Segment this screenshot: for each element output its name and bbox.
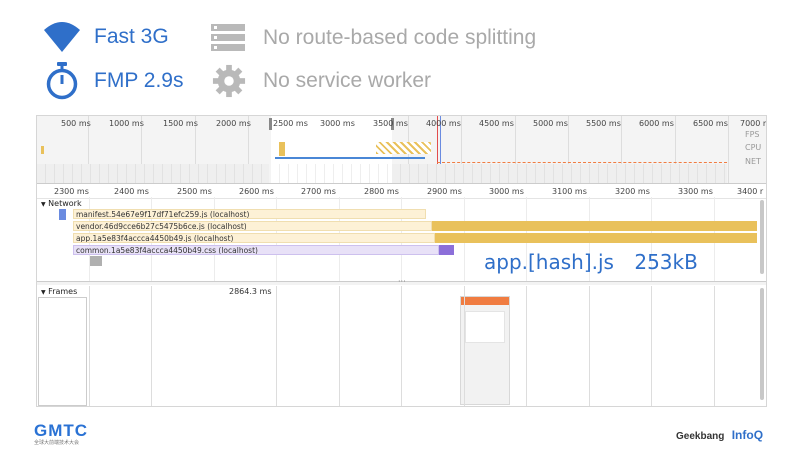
ruler-tick: 2900 ms bbox=[427, 187, 462, 196]
ruler-tick: 3400 r bbox=[737, 187, 764, 196]
overview-tick: 3000 ms bbox=[320, 119, 355, 128]
network-section-label: Network bbox=[48, 199, 82, 208]
frame-duration: 2864.3 ms bbox=[229, 287, 272, 296]
bundle-filename: app.[hash].js bbox=[484, 250, 614, 274]
performance-panel: 500 ms 1000 ms 1500 ms 2000 ms 2500 ms 3… bbox=[36, 115, 767, 407]
bundle-annotation: app.[hash].js 253kB bbox=[484, 250, 698, 274]
ruler-tick: 3200 ms bbox=[615, 187, 650, 196]
stopwatch-icon bbox=[46, 62, 78, 100]
timeline-overview[interactable]: 500 ms 1000 ms 1500 ms 2000 ms 2500 ms 3… bbox=[37, 116, 766, 183]
stat-fmp-label: FMP 2.9s bbox=[94, 69, 184, 92]
overview-tick: 6000 ms bbox=[639, 119, 674, 128]
ruler-tick: 3300 ms bbox=[678, 187, 713, 196]
fps-label: FPS bbox=[745, 130, 760, 139]
net-label: NET bbox=[745, 157, 761, 166]
frames-section-label: Frames bbox=[48, 287, 78, 296]
wifi-icon bbox=[44, 22, 80, 52]
stat-splitting: No route-based code splitting bbox=[211, 24, 536, 52]
footer-left-logo: GMTC 全球大前端技术大会 bbox=[34, 422, 88, 446]
footer-right-logos: Geekbang InfoQ bbox=[676, 428, 763, 442]
gmtc-subtitle: 全球大前端技术大会 bbox=[34, 440, 80, 446]
gear-icon bbox=[212, 64, 246, 98]
ruler-tick: 2400 ms bbox=[114, 187, 149, 196]
overview-tick: 7000 m bbox=[740, 119, 766, 128]
overview-tick: 500 ms bbox=[61, 119, 91, 128]
triangle-down-icon: ▼ bbox=[41, 201, 46, 208]
network-request-vendor[interactable]: vendor.46d9cce6b27c5475b6ce.js (localhos… bbox=[73, 221, 432, 231]
overview-tick: 1500 ms bbox=[163, 119, 198, 128]
frames-section-toggle[interactable]: ▼ Frames bbox=[41, 287, 77, 296]
ruler-tick: 2800 ms bbox=[364, 187, 399, 196]
network-request-manifest[interactable]: manifest.54e67e9f17df71efc259.js (localh… bbox=[73, 209, 426, 219]
frames-scrollbar[interactable] bbox=[760, 288, 764, 400]
overview-tick: 5000 ms bbox=[533, 119, 568, 128]
overview-tick: 6500 ms bbox=[693, 119, 728, 128]
gmtc-logo: GMTC bbox=[34, 421, 89, 440]
network-section-toggle[interactable]: ▼ Network bbox=[41, 199, 82, 208]
ruler-tick: 3000 ms bbox=[489, 187, 524, 196]
network-request-app[interactable]: app.1a5e83f4accca4450b49.js (localhost) bbox=[73, 233, 435, 243]
stat-fmp: FMP 2.9s bbox=[44, 62, 183, 100]
stat-worker-label: No service worker bbox=[263, 69, 432, 92]
server-icon bbox=[211, 24, 245, 51]
stat-network: Fast 3G bbox=[42, 20, 169, 54]
overview-tick: 2500 ms bbox=[273, 119, 308, 128]
overview-tick: 1000 ms bbox=[109, 119, 144, 128]
triangle-down-icon: ▼ bbox=[41, 289, 46, 296]
overview-tick: 4500 ms bbox=[479, 119, 514, 128]
frame-block[interactable] bbox=[38, 297, 87, 406]
overview-tick: 3500 ms bbox=[373, 119, 408, 128]
stat-network-label: Fast 3G bbox=[94, 25, 169, 48]
ruler-tick: 2500 ms bbox=[177, 187, 212, 196]
bundle-size: 253kB bbox=[634, 250, 698, 274]
network-scrollbar[interactable] bbox=[760, 200, 764, 274]
network-request-common-css[interactable]: common.1a5e83f4accca4450b49.css (localho… bbox=[73, 245, 439, 255]
selection-handle-left[interactable] bbox=[269, 118, 272, 130]
stat-worker: No service worker bbox=[211, 64, 431, 98]
infoq-logo: InfoQ bbox=[731, 428, 764, 442]
ruler-tick: 2300 ms bbox=[54, 187, 89, 196]
ruler-tick: 2600 ms bbox=[239, 187, 274, 196]
overview-tick: 4000 ms bbox=[426, 119, 461, 128]
overview-tick: 5500 ms bbox=[586, 119, 621, 128]
overview-tick: 2000 ms bbox=[216, 119, 251, 128]
stat-splitting-label: No route-based code splitting bbox=[263, 26, 537, 49]
cpu-label: CPU bbox=[745, 143, 762, 152]
geekbang-logo: Geekbang bbox=[676, 431, 725, 442]
frame-screenshot-thumbnail[interactable] bbox=[460, 296, 510, 405]
ruler-tick: 3100 ms bbox=[552, 187, 587, 196]
ruler-tick: 2700 ms bbox=[301, 187, 336, 196]
